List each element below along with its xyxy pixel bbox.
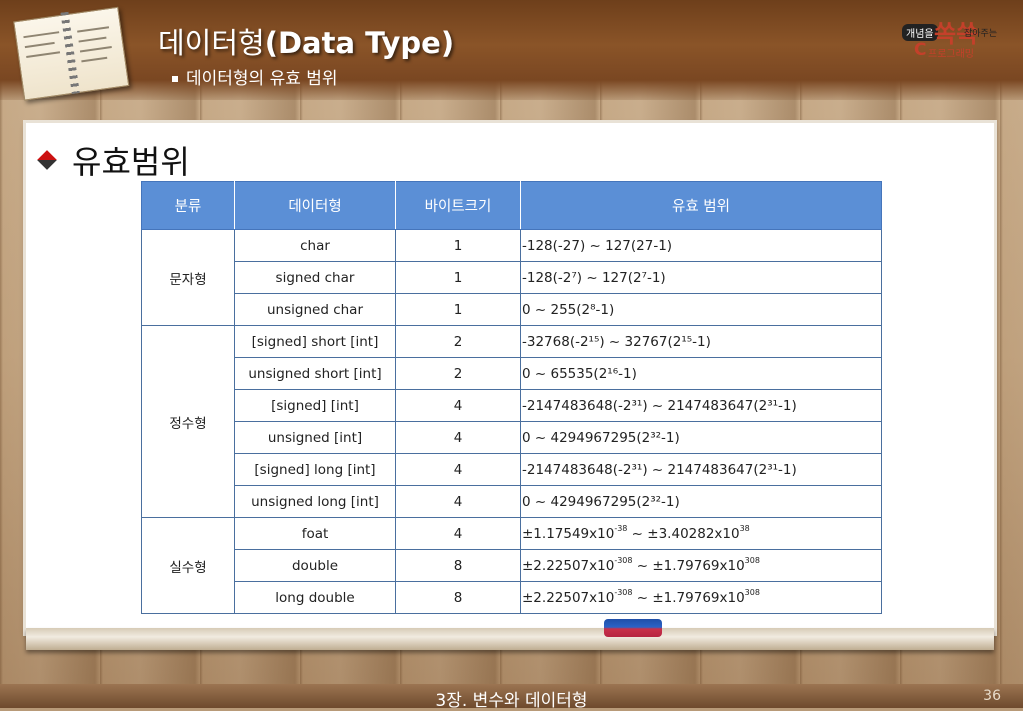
size-cell: 4 (395, 453, 521, 486)
size-cell: 4 (395, 517, 521, 550)
table-row: [signed] [int] 4 -2147483648(-2³¹) ~ 214… (142, 389, 882, 422)
type-cell: unsigned [int] (234, 421, 396, 454)
type-cell: [signed] long [int] (234, 453, 396, 486)
category-cell: 정수형 (141, 325, 235, 518)
range-cell: -2147483648(-2³¹) ~ 2147483647(2³¹-1) (520, 453, 882, 486)
type-cell: long double (234, 581, 396, 614)
type-cell: char (234, 229, 396, 262)
table-row: 정수형 [signed] short [int] 2 -32768(-2¹⁵) … (141, 325, 882, 518)
page-number: 36 (983, 688, 1001, 704)
notebook-icon (4, 0, 134, 106)
section-heading: 유효범위 (37, 137, 190, 183)
column-header: 데이터형 (234, 181, 396, 230)
table-header-row: 분류 데이터형 바이트크기 유효 범위 (141, 181, 882, 230)
table-row: 문자형 char 1 -128(-27) ~ 127(27-1) (141, 229, 882, 326)
bullet-icon (172, 76, 178, 82)
type-cell: [signed] [int] (234, 389, 396, 422)
range-cell: -2147483648(-2³¹) ~ 2147483647(2³¹-1) (520, 389, 882, 422)
type-cell: [signed] short [int] (234, 325, 396, 358)
whiteboard-rail (26, 628, 994, 650)
size-cell: 4 (395, 485, 521, 518)
table-row: unsigned short [int] 2 0 ~ 65535(2¹⁶-1) (142, 357, 882, 390)
column-header: 유효 범위 (520, 181, 882, 230)
range-cell: -128(-27) ~ 127(27-1) (520, 229, 882, 262)
size-cell: 2 (395, 357, 521, 390)
header-bar (0, 0, 1023, 100)
type-cell: unsigned char (234, 293, 396, 326)
footer-chapter-title: 3장. 변수와 데이터형 (435, 691, 588, 711)
table-row: 실수형 foat 4 ±1.17549x10-38 ~ ±3.40282x103… (141, 517, 882, 614)
size-cell: 2 (395, 325, 521, 358)
brand-logo: 개념을 쏙쏙 잡아주는 C 프로그래밍 (902, 20, 1002, 60)
range-cell: -128(-2⁷) ~ 127(2⁷-1) (520, 261, 882, 294)
type-cell: unsigned long [int] (234, 485, 396, 518)
size-cell: 1 (395, 293, 521, 326)
category-cell: 실수형 (141, 517, 235, 614)
size-cell: 1 (395, 261, 521, 294)
column-header: 바이트크기 (395, 181, 521, 230)
range-cell: ±2.22507x10-308 ~ ±1.79769x10308 (520, 581, 882, 614)
data-type-table: 분류 데이터형 바이트크기 유효 범위 문자형 char 1 -128(-27)… (141, 181, 882, 614)
diamond-bullet-icon (37, 150, 57, 170)
table-row: signed char 1 -128(-2⁷) ~ 127(2⁷-1) (142, 261, 882, 294)
size-cell: 1 (395, 229, 521, 262)
category-cell: 문자형 (141, 229, 235, 326)
range-cell: 0 ~ 4294967295(2³²-1) (520, 421, 882, 454)
eraser-icon (604, 619, 662, 637)
range-cell: -32768(-2¹⁵) ~ 32767(2¹⁵-1) (520, 325, 882, 358)
table-row: long double 8 ±2.22507x10-308 ~ ±1.79769… (142, 581, 882, 614)
type-cell: foat (234, 517, 396, 550)
range-cell: ±2.22507x10-308 ~ ±1.79769x10308 (520, 549, 882, 582)
table-row: unsigned [int] 4 0 ~ 4294967295(2³²-1) (142, 421, 882, 454)
type-cell: double (234, 549, 396, 582)
range-cell: 0 ~ 255(2⁸-1) (520, 293, 882, 326)
size-cell: 8 (395, 581, 521, 614)
size-cell: 4 (395, 421, 521, 454)
range-cell: ±1.17549x10-38 ~ ±3.40282x1038 (520, 517, 882, 550)
range-cell: 0 ~ 4294967295(2³²-1) (520, 485, 882, 518)
table-row: unsigned long [int] 4 0 ~ 4294967295(2³²… (142, 485, 882, 518)
page-title: 데이터형(Data Type) (158, 26, 455, 60)
size-cell: 8 (395, 549, 521, 582)
page-subtitle: 데이터형의 유효 범위 (172, 64, 338, 89)
column-header: 분류 (141, 181, 235, 230)
type-cell: signed char (234, 261, 396, 294)
table-row: [signed] long [int] 4 -2147483648(-2³¹) … (142, 453, 882, 486)
table-row: double 8 ±2.22507x10-308 ~ ±1.79769x1030… (142, 549, 882, 582)
size-cell: 4 (395, 389, 521, 422)
range-cell: 0 ~ 65535(2¹⁶-1) (520, 357, 882, 390)
table-row: unsigned char 1 0 ~ 255(2⁸-1) (142, 293, 882, 326)
type-cell: unsigned short [int] (234, 357, 396, 390)
